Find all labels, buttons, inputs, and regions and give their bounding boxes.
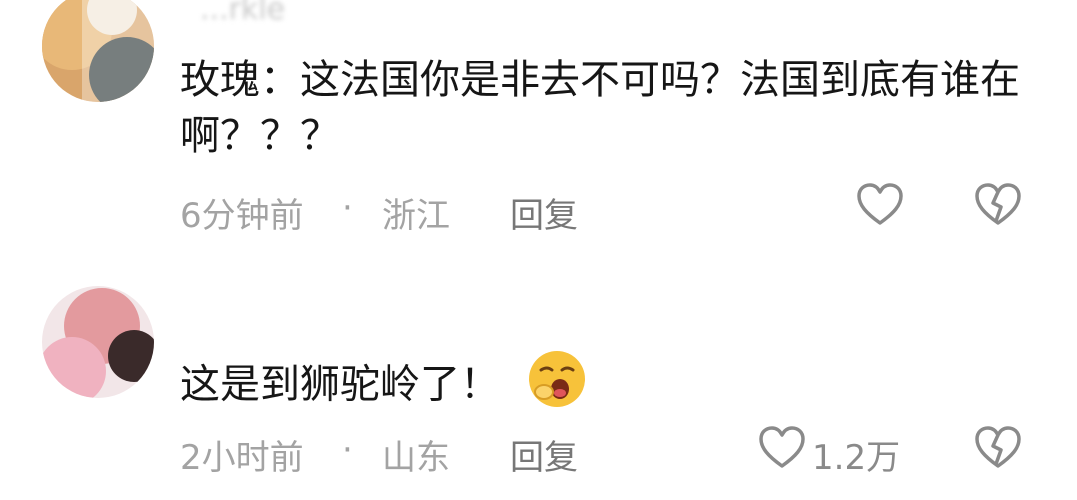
like-icon[interactable] <box>758 426 806 474</box>
avatar[interactable] <box>42 0 154 102</box>
location: 浙江 <box>382 196 450 236</box>
timestamp: 2小时前 <box>180 438 304 478</box>
comment-item: ...rkle 玫瑰：这法国你是非去不可吗？法国到底有谁在啊？？？ 6分钟前 ·… <box>0 0 1077 250</box>
dislike-icon[interactable] <box>974 183 1022 231</box>
username[interactable]: ...rkle <box>200 0 285 27</box>
like-count: 1.2万 <box>812 438 901 478</box>
avatar[interactable] <box>42 286 154 398</box>
comment-item: 这是到狮驼岭了！ 2小时前 · 山东 回复 1.2万 <box>0 250 1077 500</box>
like-icon[interactable] <box>856 183 904 231</box>
timestamp: 6分钟前 <box>180 196 304 236</box>
yawning-face-icon <box>526 348 588 425</box>
comment-text: 这是到狮驼岭了！ <box>180 348 1030 425</box>
location: 山东 <box>382 438 450 478</box>
comment-text-body: 这是到狮驼岭了！ <box>180 361 500 408</box>
comment-text: 玫瑰：这法国你是非去不可吗？法国到底有谁在啊？？？ <box>180 57 1020 159</box>
reply-button[interactable]: 回复 <box>510 188 578 237</box>
dislike-icon[interactable] <box>974 426 1022 474</box>
meta-separator: · <box>342 430 353 470</box>
reply-button[interactable]: 回复 <box>510 430 578 479</box>
meta-separator: · <box>342 188 353 228</box>
